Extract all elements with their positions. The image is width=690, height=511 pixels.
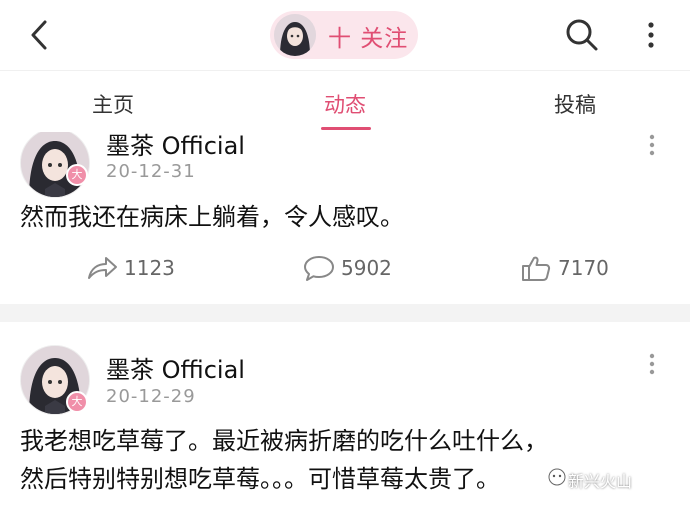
vip-badge: 大 bbox=[66, 164, 88, 186]
avatar[interactable] bbox=[274, 14, 316, 56]
follow-button[interactable]: 十 关注 bbox=[270, 11, 418, 59]
comment-count: 5902 bbox=[341, 256, 392, 280]
tab-submissions[interactable]: 投稿 bbox=[554, 89, 596, 119]
post-more-icon[interactable] bbox=[646, 351, 658, 377]
active-tab-indicator bbox=[321, 127, 371, 130]
post-more-icon[interactable] bbox=[646, 132, 658, 158]
like-count: 7170 bbox=[558, 256, 609, 280]
card-divider bbox=[0, 304, 690, 322]
more-options-icon[interactable] bbox=[640, 18, 662, 52]
share-icon bbox=[88, 257, 117, 279]
comment-icon bbox=[304, 256, 334, 281]
vip-badge: 大 bbox=[66, 391, 88, 413]
back-icon[interactable] bbox=[26, 18, 54, 52]
share-count: 1123 bbox=[124, 256, 175, 280]
like-button[interactable]: 7170 bbox=[520, 254, 630, 284]
profile-tabs: 主页 动态 投稿 bbox=[0, 70, 690, 133]
tab-dynamics[interactable]: 动态 bbox=[324, 89, 366, 119]
follow-label: 十 关注 bbox=[328, 26, 409, 52]
watermark-text: 新兴火山 bbox=[568, 472, 633, 491]
thumbs-up-icon bbox=[522, 256, 551, 281]
post-text-line-1: 我老想吃草莓了。最近被病折磨的吃什么吐什么， bbox=[20, 427, 548, 455]
watermark-icon bbox=[548, 468, 566, 486]
author-name[interactable]: 墨茶 Official bbox=[106, 350, 245, 385]
post-date: 20-12-31 bbox=[106, 161, 196, 182]
tab-home[interactable]: 主页 bbox=[92, 89, 134, 119]
post-card[interactable]: 大 墨茶 Official 20-12-31 然而我还在病床上躺着，令人感叹。 … bbox=[0, 132, 690, 304]
post-text-line-2: 然后特别特别想吃草莓。。。可惜草莓太贵了。 bbox=[20, 465, 500, 493]
post-date: 20-12-29 bbox=[106, 386, 196, 407]
search-icon[interactable] bbox=[564, 17, 600, 53]
comment-button[interactable]: 5902 bbox=[303, 254, 413, 284]
top-bar: 十 关注 bbox=[0, 0, 690, 70]
author-name[interactable]: 墨茶 Official bbox=[106, 132, 245, 161]
share-button[interactable]: 1123 bbox=[86, 254, 196, 284]
post-text: 然而我还在病床上躺着，令人感叹。 bbox=[20, 203, 404, 231]
